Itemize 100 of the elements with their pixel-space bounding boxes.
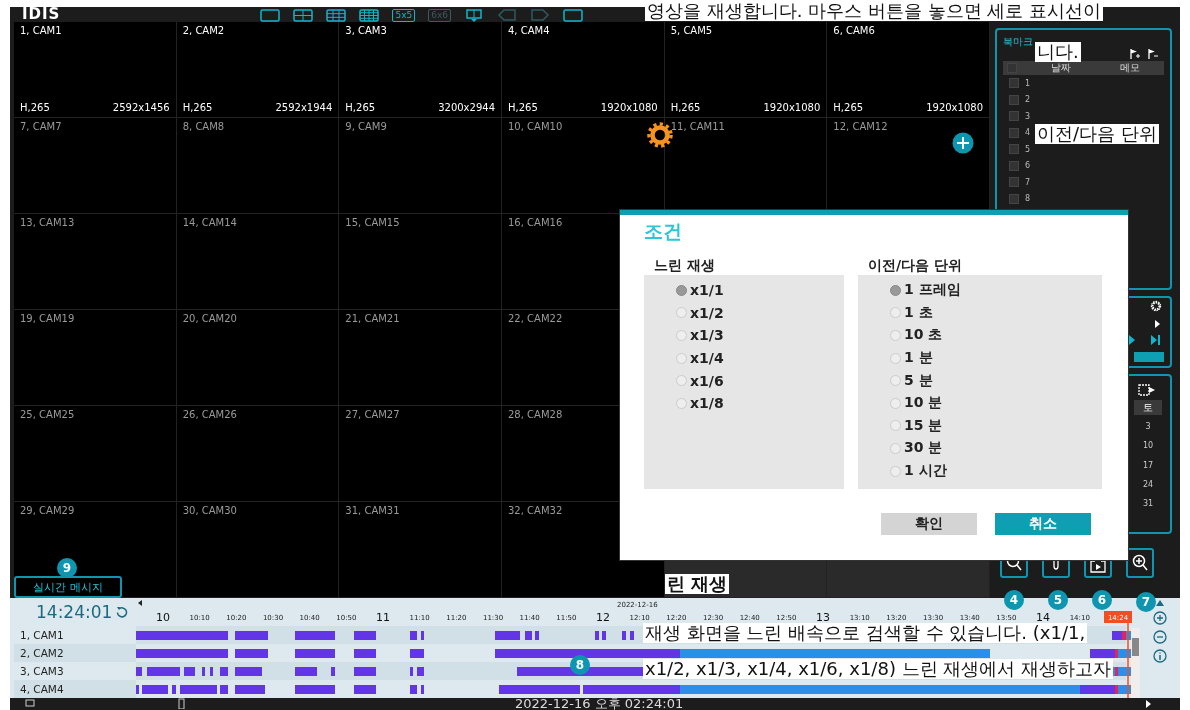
option-label[interactable]: 1 프레임 [904,281,961,300]
camera-name: 30, CAM30 [182,505,238,516]
manual-text: 영상을 재생합니다. 마우스 버튼을 놓으면 세로 표시선이 [645,1,1104,21]
zoom-in-icon[interactable] [1132,554,1148,572]
group-title: 느린 재생 [653,257,716,275]
calendar-date[interactable]: 31 [1140,499,1156,509]
grid-layout-icon[interactable] [260,9,281,22]
status-datetime: 2022-12-16 오후 02:24:01 [515,695,684,710]
calendar-date[interactable]: 24 [1140,479,1156,489]
checkbox[interactable] [1009,144,1019,155]
row-number: 2 [1025,95,1031,105]
radio-button[interactable] [676,397,687,409]
realtime-message-button[interactable]: 실시간 메시지 [14,576,122,598]
calendar-date[interactable]: 3 [1140,422,1156,431]
timeline-camera-label: 1, CAM1 [19,628,65,643]
option-label[interactable]: x1/6 [690,372,724,389]
manual-text: x1/2, x1/3, x1/4, x1/6, x1/8) 느린 재생에서 재생하고자 [643,659,1114,679]
radio-button[interactable] [676,375,687,387]
option-label[interactable]: 1 시간 [904,462,947,481]
settings-icon[interactable] [1150,300,1162,312]
option-label[interactable]: x1/8 [690,395,724,412]
radio-button[interactable] [890,307,901,319]
grid-layout-icon[interactable] [326,9,347,22]
clock-time: 14:24:01 [36,602,113,622]
recording-segment [136,685,139,694]
column-header: 날짜 [1050,61,1073,75]
panel-title: 북마크 [1003,35,1034,49]
radio-button[interactable] [890,397,901,409]
option-label[interactable]: x1/1 [690,282,724,299]
camera-name: 14, CAM14 [182,217,238,228]
radio-button[interactable] [890,352,901,364]
radio-button[interactable] [890,420,901,432]
codec-label: H,265 [508,102,538,113]
recording-segment [235,685,265,694]
radio-button[interactable] [890,375,901,387]
calendar-date[interactable]: 10 [1140,441,1156,451]
radio-button[interactable] [890,465,901,477]
option-label[interactable]: 1 초 [904,303,933,322]
scrollbar[interactable] [1131,628,1140,698]
grid-layout-icon[interactable] [464,9,484,22]
option-label[interactable]: x1/4 [690,350,724,367]
caret-icon[interactable] [1146,700,1151,708]
radio-button[interactable] [676,284,687,296]
checkbox[interactable] [1009,177,1019,188]
camera-name: 5, CAM5 [670,25,714,36]
caret-icon[interactable] [1155,320,1160,328]
refresh-icon[interactable] [116,606,129,618]
camera-name: 12, CAM12 [833,121,889,132]
row-number: 1 [1025,78,1031,88]
grid-layout-icon[interactable] [359,9,380,22]
fullscreen-icon[interactable] [563,9,583,22]
checkbox[interactable] [1009,94,1019,105]
recording-segment [525,631,532,640]
grid-layout-icon[interactable] [293,9,314,22]
camera-name: 1, CAM1 [20,25,63,36]
recording-segment [602,631,606,640]
zoom-out-icon[interactable] [1153,630,1167,644]
camera-name: 27, CAM27 [345,409,401,420]
checkbox[interactable] [1009,111,1019,122]
option-label[interactable]: 30 분 [904,439,943,458]
checkbox[interactable] [1009,127,1019,138]
option-label[interactable]: x1/3 [690,327,724,344]
camera-name: 25, CAM25 [20,409,76,420]
row-number: 4 [1025,128,1031,138]
checkbox[interactable] [1009,193,1019,204]
screen-icon[interactable] [25,699,35,708]
confirm-button[interactable]: 확인 [881,513,977,535]
scroll-left-icon[interactable] [138,600,142,606]
camera-name: 19, CAM19 [20,313,76,324]
radio-button[interactable] [890,330,901,341]
skip-end-icon[interactable] [1151,335,1161,345]
recording-segment [354,685,376,694]
option-label[interactable]: x1/2 [690,304,724,321]
radio-button[interactable] [676,330,687,341]
radio-button[interactable] [676,307,687,319]
option-label[interactable]: 1 분 [904,349,933,368]
manual-text: 니다. [1035,42,1081,62]
option-label[interactable]: 5 분 [904,371,933,390]
radio-button[interactable] [890,284,901,296]
flag-minus-icon[interactable] [1148,49,1158,59]
option-label[interactable]: 15 분 [904,416,943,435]
recording-segment [421,685,424,694]
recording-segment [295,631,335,640]
scroll-up-icon[interactable] [1156,600,1164,606]
hour-label: 12 [596,611,611,624]
calendar-date[interactable]: 17 [1140,460,1156,470]
film-icon[interactable] [1138,384,1156,396]
flag-plus-icon[interactable] [1130,49,1140,59]
radio-button[interactable] [890,442,901,454]
option-label[interactable]: 10 초 [904,326,943,345]
camera-name: 4, CAM4 [508,25,551,36]
checkbox[interactable] [1009,160,1019,171]
option-label[interactable]: 10 분 [904,394,943,413]
checkbox[interactable] [1009,78,1019,89]
codec-label: H,265 [182,102,213,113]
camera-name: 29, CAM29 [20,505,76,516]
radio-button[interactable] [676,352,687,364]
info-icon[interactable] [1153,649,1167,663]
recording-segment [235,667,262,676]
remote-icon[interactable] [178,698,185,709]
